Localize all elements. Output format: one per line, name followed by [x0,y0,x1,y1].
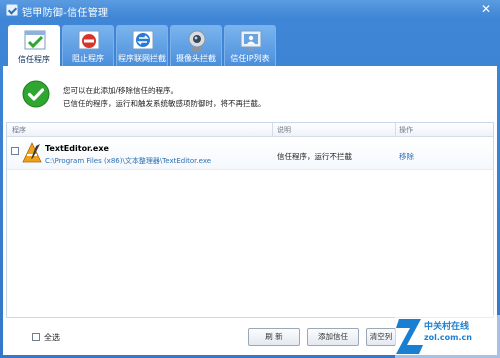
tab-strip: 信任程序 阻止程序 程序联网拦截 摄像头拦截 信任IP列表 [0,22,500,68]
block-icon [78,30,100,50]
tab-label: 信任IP列表 [230,54,270,63]
ip-list-icon [240,30,262,51]
info-text-line2: 已信任的程序，运行和触发系统敏感项防御时，将不再拦截。 [63,99,266,108]
trust-manager-window: 铠甲防御-信任管理 ✕ 信任程序 阻止程序 程序联网拦截 摄像头拦截 信任IP列… [0,0,500,358]
select-all-checkbox[interactable] [32,333,40,341]
tab-trusted-ip[interactable]: 信任IP列表 [224,25,276,67]
tab-label: 程序联网拦截 [118,54,166,63]
app-shield-icon [6,4,18,16]
select-all-label[interactable]: 全选 [44,332,60,343]
program-name: TextEditor.exe [45,144,109,153]
close-icon[interactable]: ✕ [478,2,494,16]
tab-label: 阻止程序 [72,54,104,63]
program-description: 信任程序，运行不拦截 [277,152,352,161]
window-title: 铠甲防御-信任管理 [22,8,109,19]
trusted-program-table: 程序 说明 操作 TextEditor.exe C:\Program Files… [6,122,494,318]
column-header-action[interactable]: 操作 [399,125,413,135]
clear-list-button[interactable]: 清空列 [366,328,396,346]
title-bar: 铠甲防御-信任管理 ✕ [0,0,500,22]
column-header-program[interactable]: 程序 [12,125,26,135]
table-header: 程序 说明 操作 [7,123,493,137]
program-path: C:\Program Files (x86)\文本整理器\TextEditor.… [45,157,212,165]
tab-blocked-programs[interactable]: 阻止程序 [62,25,114,67]
tab-network-block[interactable]: 程序联网拦截 [116,25,168,67]
column-divider[interactable] [395,123,396,136]
table-row[interactable]: TextEditor.exe C:\Program Files (x86)\文本… [7,138,493,170]
network-block-icon [132,30,154,50]
remove-link[interactable]: 移除 [399,151,414,162]
watermark-domain: zol.com.cn [424,333,472,342]
info-text-line1: 您可以在此添加/移除信任的程序。 [63,86,179,95]
check-circle-icon [22,80,50,108]
trusted-program-icon [24,30,46,50]
text-editor-app-icon [22,142,42,163]
tab-trusted-programs[interactable]: 信任程序 [8,25,60,68]
watermark-text: 中关村在线 [424,322,470,332]
content-panel: 您可以在此添加/移除信任的程序。 已信任的程序，运行和触发系统敏感项防御时，将不… [3,66,497,355]
refresh-button[interactable]: 刷 新 [248,328,300,346]
column-divider[interactable] [272,123,273,136]
webcam-icon [188,30,206,51]
add-trust-button[interactable]: 添加信任 [307,328,359,346]
tab-label: 摄像头拦截 [176,54,216,63]
tab-label: 信任程序 [18,55,50,64]
row-checkbox[interactable] [11,147,19,155]
info-banner: 您可以在此添加/移除信任的程序。 已信任的程序，运行和触发系统敏感项防御时，将不… [3,66,497,122]
tab-webcam-block[interactable]: 摄像头拦截 [170,25,222,67]
column-header-description[interactable]: 说明 [277,125,291,135]
